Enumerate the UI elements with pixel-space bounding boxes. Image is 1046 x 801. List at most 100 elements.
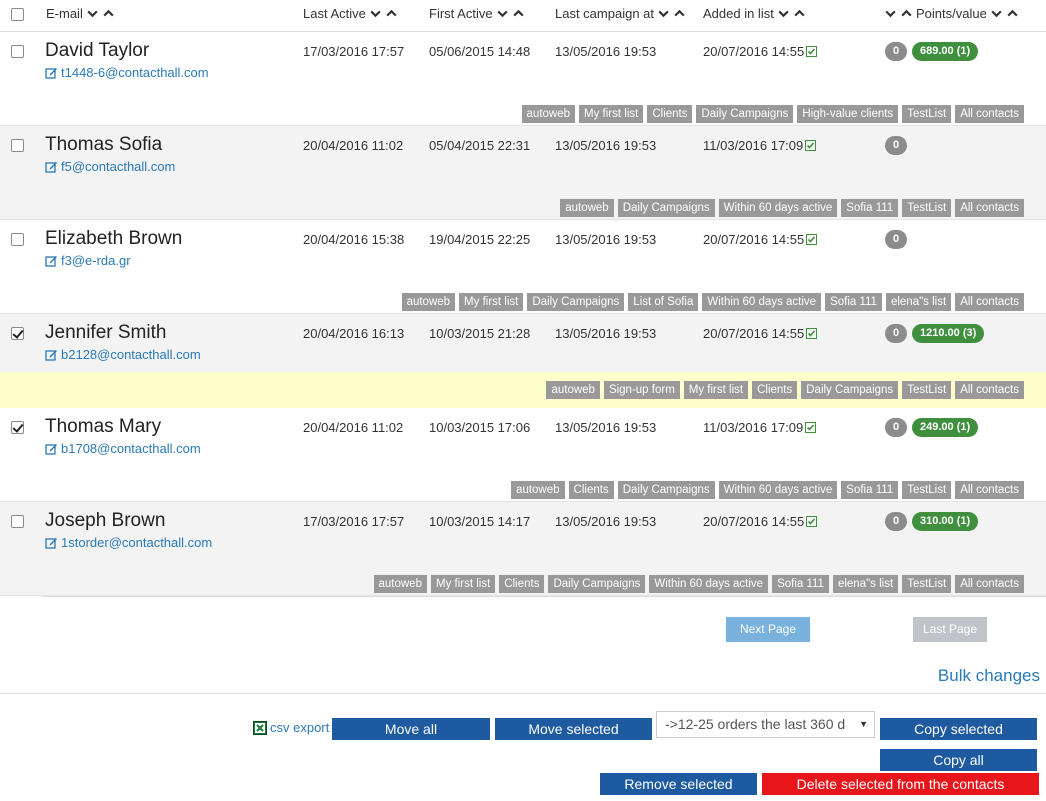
contact-name[interactable]: David Taylor (45, 40, 149, 62)
list-tag[interactable]: All contacts (955, 381, 1024, 399)
row-checkbox[interactable] (11, 45, 24, 58)
list-tag[interactable]: All contacts (955, 105, 1024, 123)
contact-email: f5@contacthall.com (61, 159, 176, 174)
list-tag[interactable]: autoweb (401, 293, 456, 311)
header-last-active: Last Active (303, 6, 398, 21)
list-tag[interactable]: Sofia 111 (772, 575, 829, 593)
contact-email: t1448-6@contacthall.com (61, 65, 209, 80)
list-tag[interactable]: Clients (499, 575, 545, 593)
sort-asc-icon[interactable] (673, 7, 686, 20)
value-badge: 249.00 (1) (912, 418, 979, 437)
copy-all-button[interactable]: Copy all (880, 749, 1037, 771)
sort-desc-icon[interactable] (369, 7, 382, 20)
contact-email-link[interactable]: 1storder@contacthall.com (45, 535, 212, 550)
list-tag[interactable]: Sofia 111 (825, 293, 882, 311)
list-tag[interactable]: elena"s list (885, 293, 952, 311)
remove-selected-button[interactable]: Remove selected (600, 773, 757, 795)
sort-desc-icon[interactable] (657, 7, 670, 20)
list-tag[interactable]: Daily Campaigns (527, 293, 625, 311)
list-tag[interactable]: Daily Campaigns (617, 481, 715, 499)
contact-name[interactable]: Elizabeth Brown (45, 228, 182, 250)
list-tag[interactable]: Within 60 days active (702, 293, 822, 311)
contact-email-link[interactable]: t1448-6@contacthall.com (45, 65, 209, 80)
delete-selected-button[interactable]: Delete selected from the contacts (762, 773, 1039, 795)
list-tag[interactable]: My first list (430, 575, 496, 593)
list-tag[interactable]: High-value clients (797, 105, 899, 123)
select-all-checkbox[interactable] (11, 8, 24, 21)
list-tag[interactable]: Daily Campaigns (548, 575, 646, 593)
added-date: 20/07/2016 14:55 (703, 232, 805, 247)
list-tag[interactable]: My first list (579, 105, 644, 123)
sort-asc-icon[interactable] (1006, 7, 1019, 20)
row-checkbox[interactable] (11, 515, 24, 528)
contact-name[interactable]: Joseph Brown (45, 510, 165, 532)
contact-name[interactable]: Thomas Sofia (45, 134, 162, 156)
list-tag[interactable]: Clients (647, 105, 693, 123)
sort-desc-icon[interactable] (86, 7, 99, 20)
list-tag[interactable]: Clients (752, 381, 798, 399)
points-badge: 0 (885, 418, 908, 437)
bulk-changes-title[interactable]: Bulk changes (938, 666, 1040, 686)
list-tag[interactable]: Within 60 days active (649, 575, 769, 593)
list-tags: autoweb Sign-up form My first list Clients D… (0, 372, 1046, 408)
last-page-button[interactable]: Last Page > (913, 617, 987, 661)
list-tag[interactable]: Clients (568, 481, 614, 499)
list-tag[interactable]: List of Sofia (628, 293, 699, 311)
contact-name[interactable]: Jennifer Smith (45, 322, 166, 344)
list-tag[interactable]: TestList (902, 105, 952, 123)
csv-export-link[interactable]: csv export (253, 720, 329, 735)
row-checkbox[interactable] (11, 421, 24, 434)
added-cell: 11/03/2016 17:09 (703, 420, 817, 435)
list-tag[interactable]: elena"s list (832, 575, 899, 593)
sort-desc-icon[interactable] (884, 7, 897, 20)
list-tag[interactable]: autoweb (546, 381, 600, 399)
list-tag[interactable]: TestList (902, 199, 952, 217)
move-selected-button[interactable]: Move selected (495, 718, 652, 740)
move-all-button[interactable]: Move all (332, 718, 490, 740)
target-list-select[interactable]: ->12-25 orders the last 360 d ▼ (656, 711, 875, 738)
next-page-button[interactable]: Next Page >> (726, 617, 810, 661)
list-tag[interactable]: Sofia 111 (841, 199, 899, 217)
row-checkbox[interactable] (11, 139, 24, 152)
sort-desc-icon[interactable] (990, 7, 1003, 20)
copy-selected-button[interactable]: Copy selected (880, 718, 1037, 740)
list-tag[interactable]: All contacts (955, 575, 1024, 593)
table-divider (42, 596, 1046, 597)
list-tag[interactable]: TestList (902, 381, 952, 399)
list-tag[interactable]: autoweb (521, 105, 576, 123)
list-tag[interactable]: Daily Campaigns (801, 381, 899, 399)
list-tag[interactable]: Within 60 days active (718, 481, 838, 499)
list-tag[interactable]: Daily Campaigns (617, 199, 715, 217)
list-tag[interactable]: All contacts (955, 293, 1024, 311)
list-tag[interactable]: autoweb (560, 199, 614, 217)
sort-asc-icon[interactable] (512, 7, 525, 20)
list-tag[interactable]: Sign-up form (603, 381, 680, 399)
sort-desc-icon[interactable] (496, 7, 509, 20)
sort-asc-icon[interactable] (793, 7, 806, 20)
contact-email-link[interactable]: b2128@contacthall.com (45, 347, 201, 362)
list-tag[interactable]: My first list (459, 293, 524, 311)
sort-asc-icon[interactable] (102, 7, 115, 20)
target-list-select-value: ->12-25 orders the last 360 d (665, 716, 846, 732)
list-tag[interactable]: Daily Campaigns (696, 105, 794, 123)
contact-email-link[interactable]: b1708@contacthall.com (45, 441, 201, 456)
list-tag[interactable]: All contacts (955, 481, 1024, 499)
list-tag[interactable]: TestList (902, 575, 952, 593)
row-checkbox[interactable] (11, 233, 24, 246)
contact-name[interactable]: Thomas Mary (45, 416, 161, 438)
contact-email-link[interactable]: f5@contacthall.com (45, 159, 175, 174)
list-tag[interactable]: Within 60 days active (718, 199, 838, 217)
list-tag[interactable]: autoweb (373, 575, 427, 593)
list-tag[interactable]: autoweb (511, 481, 565, 499)
sort-asc-icon[interactable] (385, 7, 398, 20)
bulk-divider (0, 693, 1046, 694)
contact-email-link[interactable]: f3@e-rda.gr (45, 253, 131, 268)
row-checkbox[interactable] (11, 327, 24, 340)
list-tag[interactable]: Sofia 111 (841, 481, 899, 499)
list-tag[interactable]: All contacts (955, 199, 1024, 217)
list-tag[interactable]: TestList (902, 481, 952, 499)
sort-desc-icon[interactable] (777, 7, 790, 20)
list-tags: autoweb My first list Clients Daily Campaig… (521, 105, 1024, 125)
list-tag[interactable]: My first list (683, 381, 749, 399)
sort-asc-icon[interactable] (900, 7, 913, 20)
